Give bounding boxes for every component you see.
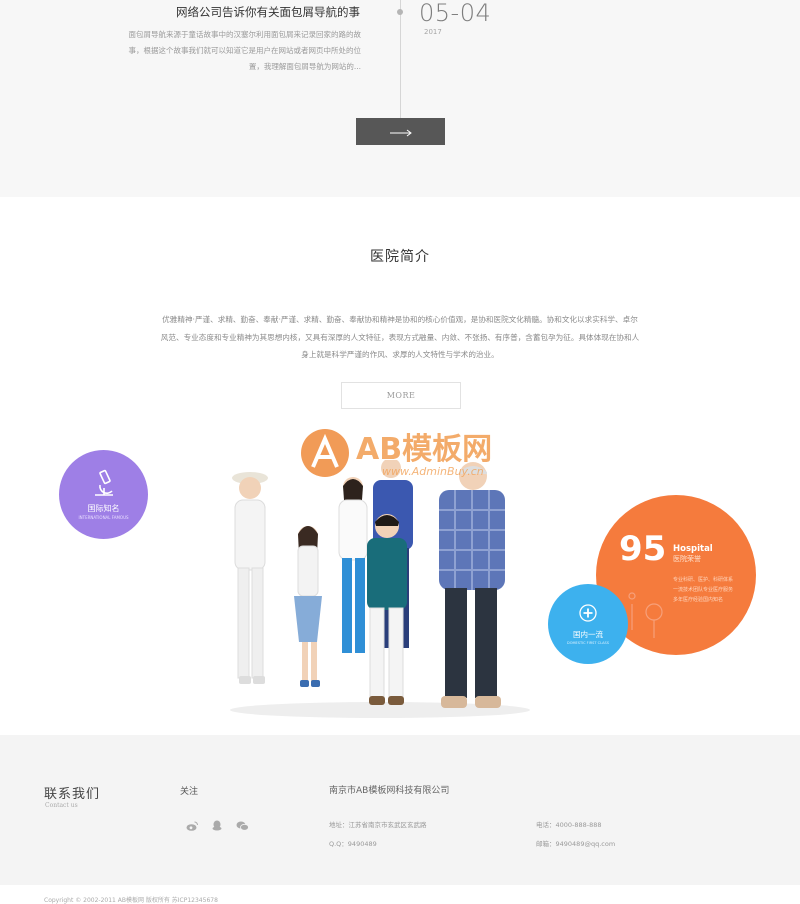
news-date: 05-04 — [419, 0, 492, 27]
grandma-figure — [232, 472, 268, 684]
news-year: 2017 — [424, 28, 442, 36]
email-text: 邮箱：9490489@qq.com — [536, 840, 616, 848]
phone-text: 电话：4000-888-888 — [536, 821, 602, 829]
stat-number: 95 — [619, 529, 667, 569]
social-icons — [186, 820, 249, 831]
family-illustration — [205, 458, 550, 722]
grandpa-figure — [439, 462, 505, 708]
contact-title: 联系我们 — [44, 787, 101, 802]
wechat-icon[interactable] — [236, 821, 249, 831]
stat-title-en: Hospital — [673, 544, 713, 554]
long-arrow-right-icon — [389, 122, 413, 141]
copyright-bar: Copyright © 2002-2011 AB模板网 版权所有 苏ICP123… — [0, 885, 800, 904]
badge-label: 国际知名 — [87, 504, 120, 513]
intro-text: 优雅精神·严谨、求精、勤奋、奉献·严谨、求精、勤奋、奉献协和精神是协和的核心价值… — [160, 315, 640, 359]
watermark-url: www.AdminBuy.cn — [382, 465, 484, 478]
timeline-line — [400, 0, 401, 118]
intro-title: 医院简介 — [370, 249, 430, 265]
domestic-first-class-badge[interactable]: 国内一流 DOMESTIC FIRST CLASS — [548, 584, 628, 664]
address-text: 地址：江苏省南京市玄武区玄武路 — [329, 821, 427, 829]
watermark-logo: AB模板网 www.AdminBuy.cn — [300, 415, 510, 495]
girl-figure — [294, 526, 322, 687]
footer: 联系我们 Contact us 关注 南京市AB模板网科技有限公司 地址：江苏省… — [0, 735, 800, 885]
qq-icon[interactable] — [212, 820, 222, 831]
copyright-text: Copyright © 2002-2011 AB模板网 版权所有 苏ICP123… — [44, 897, 218, 904]
medical-cross-icon — [579, 603, 597, 626]
mom-figure — [338, 477, 368, 653]
news-title[interactable]: 网络公司告诉你有关面包屑导航的事 — [176, 4, 360, 20]
stat-lines: 专业科研、医护、科研体系 一流技术团队专业医疗服务 多年医疗经验国内知名 — [673, 575, 745, 605]
company-name: 南京市AB模板网科技有限公司 — [329, 786, 450, 796]
follow-title: 关注 — [180, 787, 199, 797]
boy-figure — [367, 514, 407, 705]
timeline-dot — [397, 9, 403, 15]
qq-text: Q.Q：9490489 — [329, 840, 377, 848]
badge-label: 国内一流 — [573, 629, 603, 639]
badge-sub-label: INTERNATIONAL FAMOUS — [78, 515, 129, 520]
news-more-button[interactable] — [356, 118, 445, 145]
badge-sub-label: DOMESTIC FIRST CLASS — [567, 640, 609, 645]
news-description: 面包屑导航来源于童话故事中的汉塞尔利用面包屑来记录回家的路的故事，根据这个故事我… — [128, 30, 362, 71]
weibo-icon[interactable] — [186, 821, 198, 831]
stat-line: 多年医疗经验国内知名 — [673, 597, 724, 603]
international-famous-badge[interactable]: 国际知名 INTERNATIONAL FAMOUS — [59, 450, 148, 539]
news-section: 网络公司告诉你有关面包屑导航的事 面包屑导航来源于童话故事中的汉塞尔利用面包屑来… — [0, 0, 800, 197]
watermark-brand: AB模板网 — [356, 432, 492, 467]
decorative-outline-icon — [626, 590, 666, 644]
stat-line: 专业科研、医护、科研体系 — [673, 577, 734, 583]
intro-more-button[interactable]: MORE — [341, 382, 461, 409]
stat-line: 一流技术团队专业医疗服务 — [673, 587, 734, 593]
microscope-icon — [91, 469, 117, 501]
contact-subtitle: Contact us — [45, 802, 78, 809]
stat-title-cn: 医院荣誉 — [673, 555, 701, 563]
